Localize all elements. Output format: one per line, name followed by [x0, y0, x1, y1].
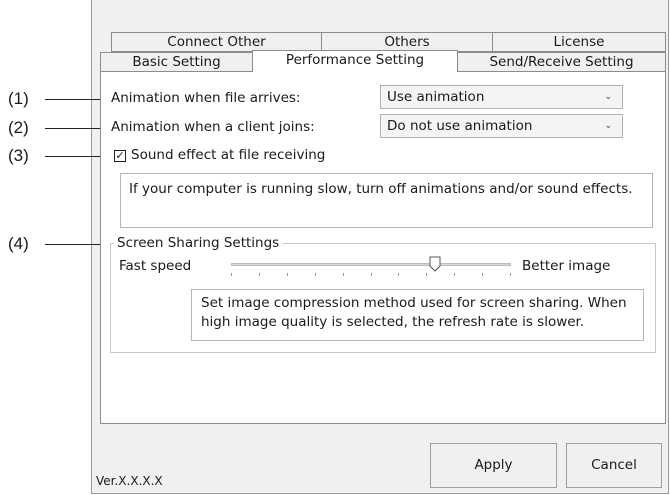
screen-sharing-info-text: Set image compression method used for sc…: [201, 295, 627, 330]
performance-info-text: If your computer is running slow, turn o…: [129, 181, 633, 197]
version-label: Ver.X.X.X.X: [96, 474, 163, 488]
slider-tick: [426, 273, 427, 276]
tab-performance-setting[interactable]: Performance Setting: [252, 50, 458, 72]
cancel-button[interactable]: Cancel: [566, 443, 662, 488]
better-image-label: Better image: [522, 258, 611, 274]
slider-tick: [371, 273, 372, 276]
slider-tick: [231, 273, 232, 276]
animation-file-select[interactable]: Use animation ⌄: [380, 85, 623, 109]
slider-tick: [510, 273, 511, 276]
sound-effect-checkbox[interactable]: ✓: [114, 150, 126, 162]
tab-connect-other[interactable]: Connect Other: [111, 32, 322, 52]
callout-1: (1): [8, 89, 29, 108]
slider-thumb[interactable]: [429, 256, 441, 272]
animation-client-value: Do not use animation: [387, 118, 533, 134]
apply-button[interactable]: Apply: [430, 443, 557, 488]
slider-tick: [259, 273, 260, 276]
callout-4: (4): [8, 234, 29, 253]
animation-file-label: Animation when file arrives:: [111, 90, 301, 106]
slider-track: [231, 263, 511, 266]
screen-sharing-title: Screen Sharing Settings: [114, 235, 283, 251]
sound-effect-label: Sound effect at file receiving: [131, 147, 326, 163]
slider-tick: [343, 273, 344, 276]
slider-tick: [287, 273, 288, 276]
fast-speed-label: Fast speed: [119, 258, 192, 274]
chevron-down-icon: ⌄: [604, 92, 612, 102]
tab-others[interactable]: Others: [321, 32, 493, 52]
animation-client-label: Animation when a client joins:: [111, 119, 315, 135]
slider-tick: [315, 273, 316, 276]
slider-tick: [482, 273, 483, 276]
performance-info-box: If your computer is running slow, turn o…: [120, 173, 653, 228]
tab-basic-setting[interactable]: Basic Setting: [100, 52, 253, 72]
slider-tick: [454, 273, 455, 276]
slider-tick: [398, 273, 399, 276]
tab-license[interactable]: License: [492, 32, 666, 52]
tab-send-receive-setting[interactable]: Send/Receive Setting: [457, 52, 666, 72]
screen-sharing-info-box: Set image compression method used for sc…: [191, 289, 644, 341]
animation-file-value: Use animation: [387, 89, 485, 105]
animation-client-select[interactable]: Do not use animation ⌄: [380, 114, 623, 138]
chevron-down-icon: ⌄: [604, 121, 612, 131]
image-quality-slider[interactable]: [231, 256, 511, 280]
callout-3: (3): [8, 146, 29, 165]
callout-2: (2): [8, 118, 29, 137]
